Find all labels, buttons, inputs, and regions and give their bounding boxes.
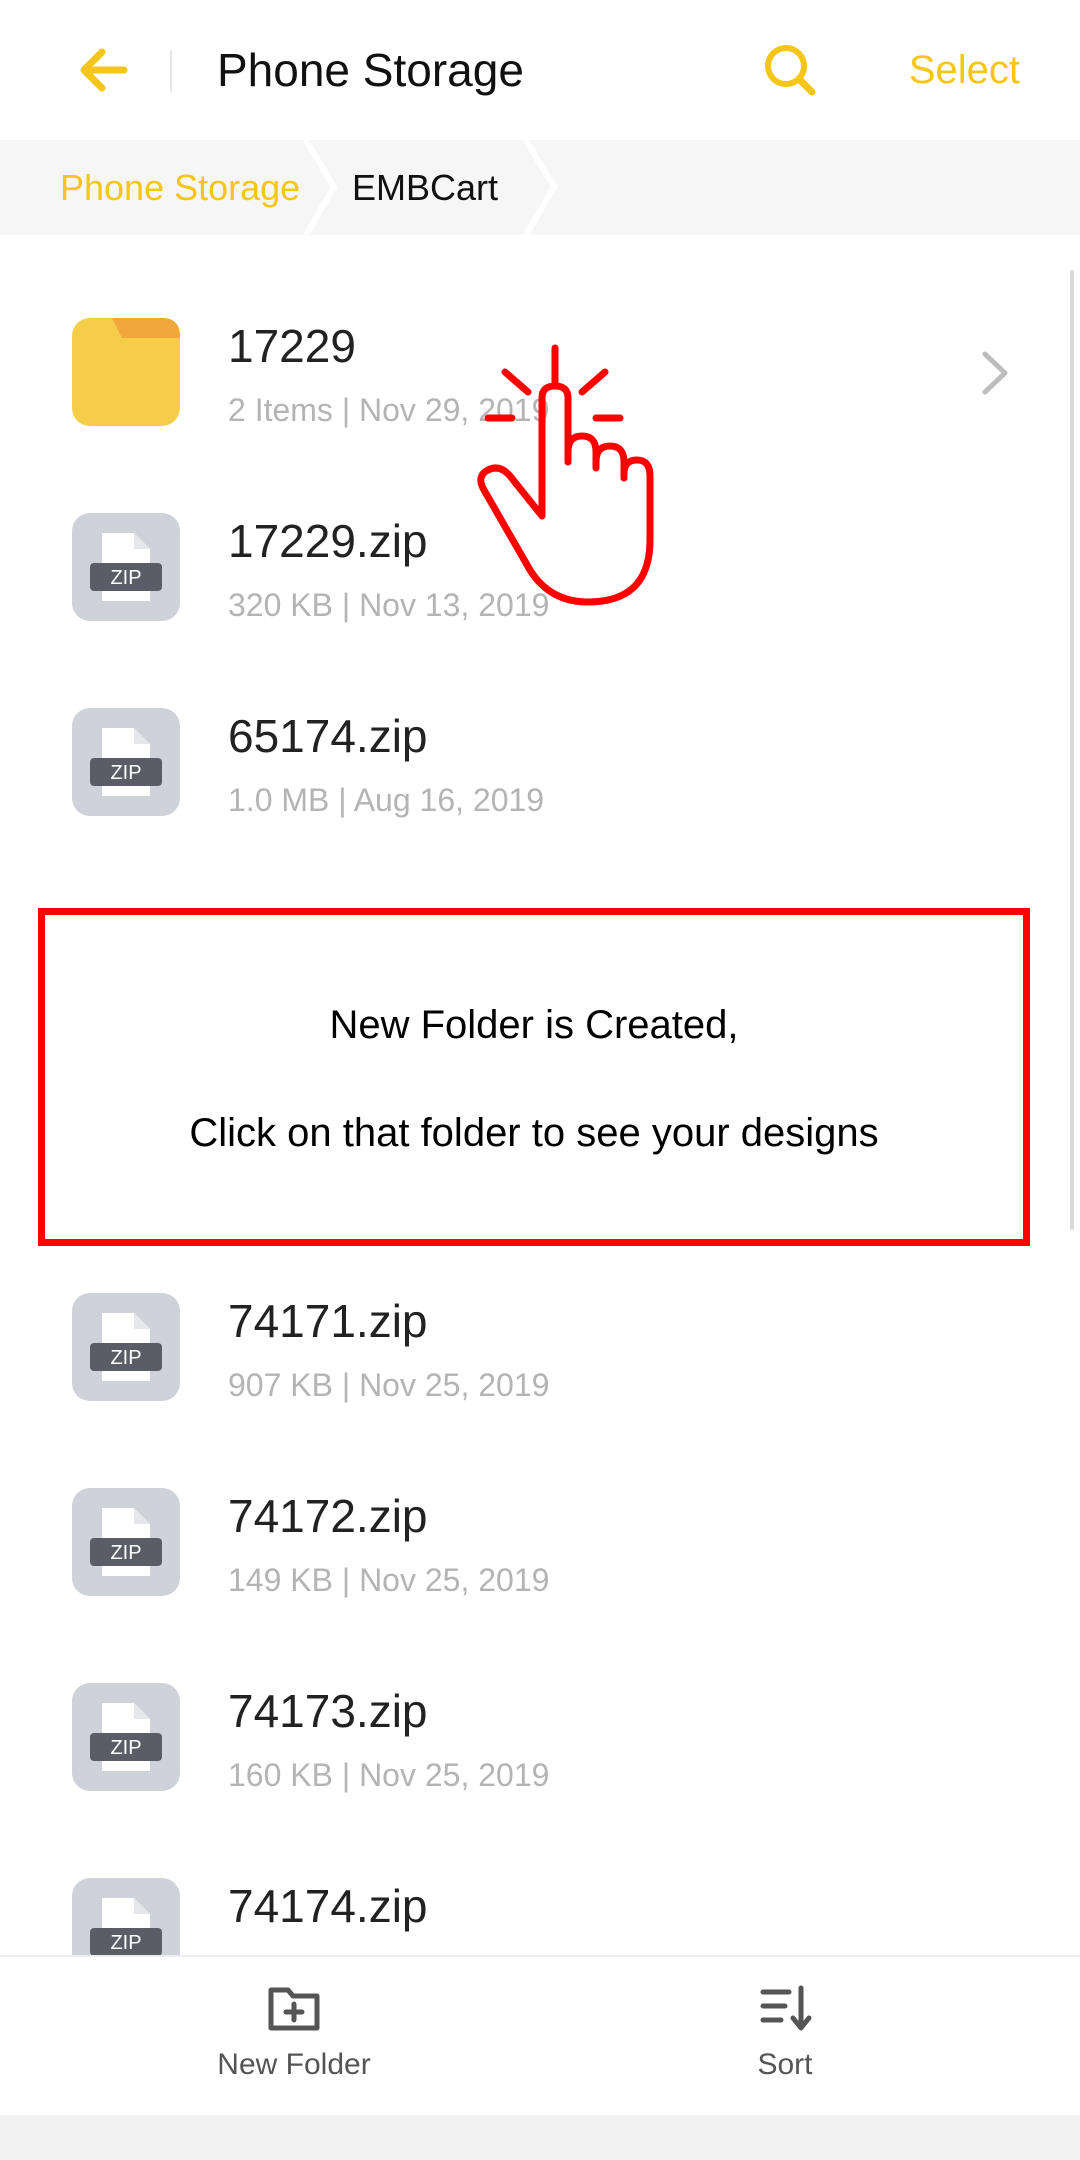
search-button[interactable] bbox=[760, 40, 820, 100]
list-item-zip[interactable]: ZIP 74173.zip 160 KB | Nov 25, 2019 bbox=[0, 1635, 1080, 1830]
folder-icon bbox=[72, 318, 180, 426]
new-folder-button[interactable]: New Folder bbox=[194, 1982, 394, 2102]
zip-badge-text: ZIP bbox=[110, 1542, 141, 1564]
bottom-bar: New Folder Sort bbox=[0, 1955, 1080, 2117]
system-nav-strip bbox=[0, 2115, 1080, 2160]
list-item-folder[interactable]: 17229 2 Items | Nov 29, 2019 bbox=[0, 270, 1080, 465]
breadcrumb-separator-icon bbox=[303, 140, 338, 235]
list-item-zip[interactable]: ZIP 65174.zip 1.0 MB | Aug 16, 2019 bbox=[0, 660, 1080, 855]
list-item-zip[interactable]: ZIP 17229.zip 320 KB | Nov 13, 2019 bbox=[0, 465, 1080, 660]
file-name: 74172.zip bbox=[228, 1490, 428, 1542]
file-meta: 907 KB | Nov 25, 2019 bbox=[228, 1367, 550, 1403]
zip-badge-text: ZIP bbox=[110, 567, 141, 589]
zip-badge-text: ZIP bbox=[110, 762, 141, 784]
file-name: 17229.zip bbox=[228, 515, 428, 567]
arrow-left-icon bbox=[80, 48, 128, 92]
new-folder-label: New Folder bbox=[217, 2048, 371, 2081]
scrollbar[interactable] bbox=[1070, 270, 1074, 1230]
breadcrumb: Phone Storage EMBCart bbox=[0, 140, 1080, 235]
breadcrumb-item-phone-storage[interactable]: Phone Storage bbox=[60, 140, 300, 235]
zip-badge-text: ZIP bbox=[110, 1347, 141, 1369]
file-meta: 320 KB | Nov 13, 2019 bbox=[228, 587, 550, 623]
zip-badge-text: ZIP bbox=[110, 1737, 141, 1759]
sort-button[interactable]: Sort bbox=[685, 1982, 885, 2102]
zip-file-icon: ZIP bbox=[72, 708, 180, 816]
file-name: 74173.zip bbox=[228, 1685, 428, 1737]
list-item-zip[interactable]: ZIP 74171.zip 907 KB | Nov 25, 2019 bbox=[0, 1245, 1080, 1440]
chevron-right-icon bbox=[982, 351, 1008, 395]
file-name: 65174.zip bbox=[228, 710, 428, 762]
file-name: 74174.zip bbox=[228, 1880, 428, 1932]
list-item-zip[interactable]: ZIP 74172.zip 149 KB | Nov 25, 2019 bbox=[0, 1440, 1080, 1635]
file-meta: 2 Items | Nov 29, 2019 bbox=[228, 392, 550, 428]
annotation-text-line-2: Click on that folder to see your designs bbox=[189, 1111, 879, 1155]
back-button[interactable] bbox=[72, 40, 142, 100]
file-meta: 160 KB | Nov 25, 2019 bbox=[228, 1757, 550, 1793]
file-name: 17229 bbox=[228, 320, 356, 372]
select-button[interactable]: Select bbox=[880, 40, 1020, 100]
top-bar: Phone Storage Select bbox=[0, 0, 1080, 140]
sort-icon bbox=[760, 1985, 812, 2031]
zip-file-icon: ZIP bbox=[72, 1683, 180, 1791]
header-divider bbox=[170, 50, 172, 92]
page-title: Phone Storage bbox=[217, 44, 524, 96]
zip-file-icon: ZIP bbox=[72, 513, 180, 621]
file-meta: 149 KB | Nov 25, 2019 bbox=[228, 1562, 550, 1598]
annotation-box: New Folder is Created, Click on that fol… bbox=[38, 908, 1030, 1246]
zip-file-icon: ZIP bbox=[72, 1293, 180, 1401]
breadcrumb-separator-icon bbox=[523, 140, 558, 235]
search-icon bbox=[765, 45, 816, 96]
folder-plus-icon bbox=[268, 1987, 320, 2031]
zip-badge-text: ZIP bbox=[110, 1932, 141, 1954]
file-meta: 1.0 MB | Aug 16, 2019 bbox=[228, 782, 545, 818]
annotation-text-line-1: New Folder is Created, bbox=[329, 1003, 739, 1047]
zip-file-icon: ZIP bbox=[72, 1488, 180, 1596]
breadcrumb-item-embcart[interactable]: EMBCart bbox=[352, 140, 498, 235]
sort-label: Sort bbox=[757, 2048, 813, 2081]
file-name: 74171.zip bbox=[228, 1295, 428, 1347]
